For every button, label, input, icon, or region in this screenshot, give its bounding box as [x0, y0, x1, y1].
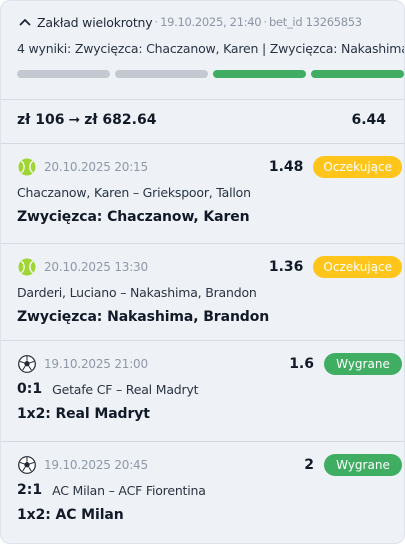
leg-pick: Zwycięzca: Chaczanow, Karen — [17, 209, 250, 225]
bet-datetime: 19.10.2025, 21:40 — [160, 15, 262, 29]
status-badge: Wygrane — [324, 454, 402, 476]
meta-separator: · — [263, 15, 267, 29]
tennis-ball-icon — [17, 157, 37, 177]
match-teams: AC Milan – ACF Fiorentina — [52, 482, 206, 498]
leg-pick: 1x2: Real Madryt — [17, 406, 150, 422]
bet-leg[interactable]: 20.10.2025 20:15 1.48 Oczekujące Chaczan… — [1, 143, 404, 243]
bet-id: bet_id 13265853 — [268, 15, 362, 29]
match-teams: Getafe CF – Real Madryt — [52, 381, 199, 397]
leg-progress-bar — [115, 70, 208, 78]
soccer-ball-icon — [17, 455, 37, 475]
soccer-ball-icon — [17, 354, 37, 374]
leg-progress-bar — [213, 70, 306, 78]
total-odds: 6.44 — [351, 112, 386, 128]
leg-date: 19.10.2025 21:00 — [44, 357, 148, 371]
leg-odds: 1.6 — [289, 356, 314, 372]
stake-row: zł 106 ➞ zł 682.64 6.44 — [17, 109, 386, 131]
bet-leg[interactable]: 20.10.2025 13:30 1.36 Oczekujące Darderi… — [1, 243, 404, 340]
match-line: 0:1 Getafe CF – Real Madryt — [17, 381, 199, 397]
stake-amount: zł 106 — [17, 112, 65, 128]
match-score: 2:1 — [17, 482, 43, 498]
bet-header-line: Zakład wielokrotny · 19.10.2025, 21:40 ·… — [17, 13, 394, 31]
divider — [1, 99, 404, 100]
leg-header: 19.10.2025 20:45 2 Wygrane — [17, 453, 402, 477]
stake-payout: zł 106 ➞ zł 682.64 — [17, 112, 156, 128]
leg-header: 20.10.2025 13:30 1.36 Oczekujące — [17, 255, 402, 279]
leg-header: 20.10.2025 20:15 1.48 Oczekujące — [17, 155, 402, 179]
leg-odds: 2 — [304, 457, 314, 473]
match-score: 0:1 — [17, 381, 43, 397]
leg-date: 19.10.2025 20:45 — [44, 458, 148, 472]
leg-progress-bar — [311, 70, 404, 78]
leg-players: Darderi, Luciano – Nakashima, Brandon — [17, 285, 257, 300]
leg-header: 19.10.2025 21:00 1.6 Wygrane — [17, 352, 402, 376]
leg-odds: 1.36 — [268, 259, 304, 275]
meta-separator: · — [154, 15, 159, 29]
leg-odds: 1.48 — [268, 159, 304, 175]
bet-leg[interactable]: 19.10.2025 20:45 2 Wygrane 2:1 AC Milan … — [1, 441, 404, 543]
multi-bet-card: Zakład wielokrotny · 19.10.2025, 21:40 ·… — [0, 0, 405, 544]
match-line: 2:1 AC Milan – ACF Fiorentina — [17, 482, 206, 498]
status-badge: Oczekujące — [313, 156, 402, 178]
bet-type-label: Zakład wielokrotny — [37, 14, 153, 30]
bet-leg[interactable]: 19.10.2025 21:00 1.6 Wygrane 0:1 Getafe … — [1, 340, 404, 441]
chevron-up-icon[interactable] — [17, 14, 33, 30]
leg-date: 20.10.2025 20:15 — [44, 160, 148, 174]
status-badge: Oczekujące — [313, 256, 402, 278]
leg-pick: 1x2: AC Milan — [17, 507, 124, 523]
payout-amount: zł 682.64 — [84, 112, 157, 128]
leg-progress-bar — [17, 70, 110, 78]
leg-date: 20.10.2025 13:30 — [44, 260, 148, 274]
leg-progress-bars — [17, 70, 404, 78]
bet-summary: 4 wyniki: Zwycięzca: Chaczanow, Karen | … — [17, 41, 404, 56]
leg-players: Chaczanow, Karen – Griekspoor, Tallon — [17, 185, 251, 200]
bet-header[interactable]: Zakład wielokrotny · 19.10.2025, 21:40 ·… — [1, 1, 404, 99]
arrow-right-icon: ➞ — [68, 112, 81, 128]
tennis-ball-icon — [17, 257, 37, 277]
status-badge: Wygrane — [324, 353, 402, 375]
leg-pick: Zwycięzca: Nakashima, Brandon — [17, 309, 270, 325]
